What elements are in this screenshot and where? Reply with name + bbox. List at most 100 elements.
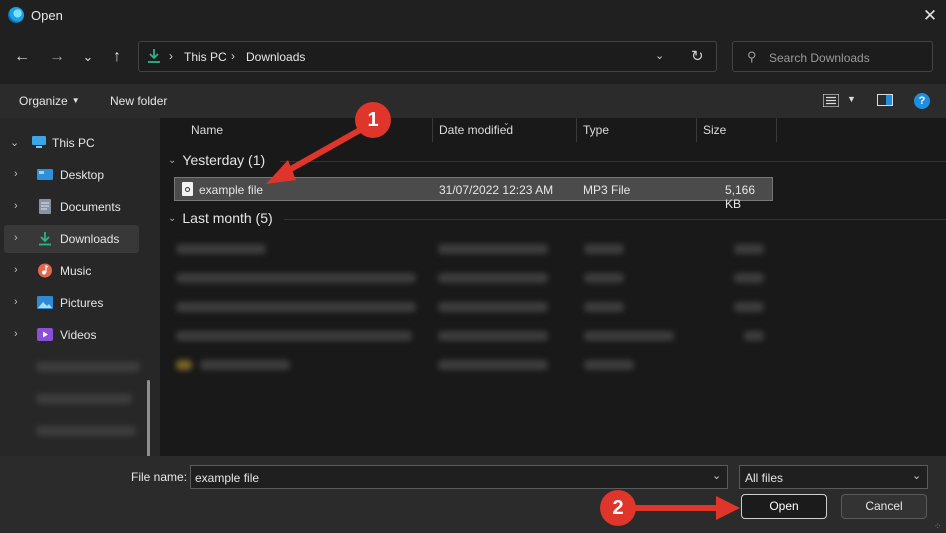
chevron-right-icon[interactable]: ›	[14, 232, 18, 244]
blurred-file-row	[584, 360, 634, 370]
chevron-right-icon[interactable]: ›	[14, 296, 18, 308]
sidebar-item-label: Downloads	[60, 232, 120, 246]
forward-button[interactable]: →	[44, 46, 70, 68]
sidebar-item-pictures[interactable]: › Pictures	[4, 289, 139, 317]
organize-label: Organize	[19, 94, 68, 108]
pictures-icon	[37, 296, 53, 309]
window-title: Open	[31, 8, 63, 23]
address-bar[interactable]: › This PC › Downloads ⌄ ↻	[138, 41, 717, 72]
resize-grip-icon[interactable]: ⁘	[934, 521, 942, 532]
blurred-file-row	[584, 302, 624, 312]
blurred-file-row	[176, 302, 416, 312]
title-bar: Open ✕	[0, 0, 946, 32]
sidebar-item-label: Videos	[60, 328, 97, 342]
blurred-file-row	[438, 302, 548, 312]
group-header-last-month[interactable]: ⌄ Last month (5)	[168, 210, 273, 226]
group-header-yesterday[interactable]: ⌄ Yesterday (1)	[168, 152, 265, 168]
group-label: Last month (5)	[182, 210, 273, 226]
close-button[interactable]: ✕	[918, 4, 942, 28]
breadcrumb-separator: ›	[169, 49, 173, 63]
caret-down-icon: ▼	[71, 96, 80, 105]
open-button[interactable]: Open	[741, 494, 827, 519]
file-type-select[interactable]: All files ⌄	[739, 465, 928, 489]
group-label: Yesterday (1)	[182, 152, 266, 168]
sidebar-item-music[interactable]: › Music	[4, 257, 139, 285]
address-dropdown-icon[interactable]: ⌄	[655, 49, 664, 62]
column-header-date-modified[interactable]: Date modified	[439, 123, 513, 137]
blurred-file-row	[438, 273, 548, 283]
group-divider	[280, 161, 946, 162]
download-icon	[148, 49, 160, 63]
view-options-icon[interactable]	[823, 94, 839, 107]
chevron-right-icon[interactable]: ›	[14, 200, 18, 212]
column-divider[interactable]	[432, 118, 433, 142]
blurred-file-row	[584, 244, 624, 254]
videos-icon	[37, 328, 53, 341]
file-name-label: File name:	[131, 470, 188, 484]
column-divider[interactable]	[576, 118, 577, 142]
blurred-file-row	[438, 331, 548, 341]
column-header-name[interactable]: Name	[191, 123, 223, 137]
navigation-pane: ⌄ This PC › Desktop › Documents › Downlo…	[0, 118, 160, 504]
chevron-right-icon[interactable]: ›	[14, 328, 18, 340]
blurred-sidebar-item	[36, 362, 140, 372]
column-header-type[interactable]: Type	[583, 123, 609, 137]
blurred-file-row	[438, 360, 548, 370]
sidebar-item-label: Music	[60, 264, 92, 278]
download-icon	[39, 232, 51, 246]
file-list: Name ⌄ Date modified Type Size ⌄ Yesterda…	[160, 118, 946, 456]
column-divider[interactable]	[776, 118, 777, 142]
search-icon: ⚲	[747, 49, 757, 64]
search-input[interactable]	[767, 48, 931, 68]
blurred-file-row	[200, 360, 290, 370]
file-name-input[interactable]: example file ⌄	[190, 465, 728, 489]
navigation-row: ← → ⌄ ↑ › This PC › Downloads ⌄ ↻ ⚲	[0, 32, 946, 84]
chevron-down-icon: ⌄	[168, 155, 177, 166]
column-divider[interactable]	[696, 118, 697, 142]
sidebar-item-this-pc[interactable]: ⌄ This PC	[4, 129, 139, 157]
cancel-button[interactable]: Cancel	[841, 494, 927, 519]
documents-icon	[39, 199, 51, 214]
file-size: 5,166 KB	[725, 183, 756, 211]
column-header-size[interactable]: Size	[703, 123, 726, 137]
sidebar-item-label: Pictures	[60, 296, 104, 310]
blurred-sidebar-item	[36, 394, 132, 404]
search-box[interactable]: ⚲	[732, 41, 933, 72]
sidebar-item-desktop[interactable]: › Desktop	[4, 161, 139, 189]
desktop-icon	[37, 169, 53, 180]
recent-locations-button[interactable]: ⌄	[75, 46, 101, 68]
breadcrumb-downloads[interactable]: Downloads	[246, 50, 305, 64]
blurred-file-row	[584, 273, 624, 283]
organize-button[interactable]: Organize ▼	[19, 94, 80, 108]
sidebar-item-videos[interactable]: › Videos	[4, 321, 139, 349]
chevron-right-icon[interactable]: ›	[14, 264, 18, 276]
up-button[interactable]: ↑	[104, 46, 130, 68]
preview-pane-icon[interactable]	[877, 94, 893, 106]
chevron-down-icon: ⌄	[912, 470, 922, 482]
blurred-file-row	[176, 244, 266, 254]
sidebar-item-label: Documents	[60, 200, 121, 214]
group-divider	[284, 219, 946, 220]
file-row-selected[interactable]: example file 31/07/2022 12:23 AM MP3 Fil…	[174, 177, 773, 211]
chevron-down-icon[interactable]: ⌄	[712, 469, 721, 482]
chevron-down-icon[interactable]: ⌄	[10, 136, 19, 149]
new-folder-button[interactable]: New folder	[110, 94, 167, 108]
view-options-caret-icon[interactable]: ▼	[847, 94, 856, 104]
sidebar-item-label: Desktop	[60, 168, 105, 182]
monitor-icon	[32, 136, 46, 148]
annotation-step-1: 1	[355, 102, 391, 138]
help-icon[interactable]: ?	[914, 93, 930, 109]
annotation-step-2: 2	[600, 490, 636, 526]
refresh-icon[interactable]: ↻	[691, 47, 704, 65]
breadcrumb-this-pc[interactable]: This PC	[184, 50, 227, 64]
blurred-file-row	[176, 273, 416, 283]
chevron-right-icon[interactable]: ›	[14, 168, 18, 180]
blurred-file-row	[734, 302, 764, 312]
sidebar-item-downloads[interactable]: › Downloads	[4, 225, 139, 253]
blurred-sidebar-item	[36, 426, 136, 436]
sidebar-item-documents[interactable]: › Documents	[4, 193, 139, 221]
blurred-file-row	[438, 244, 548, 254]
edge-app-icon	[8, 7, 24, 23]
dialog-footer: File name: example file ⌄ All files ⌄ Op…	[0, 456, 946, 533]
back-button[interactable]: ←	[9, 46, 35, 68]
